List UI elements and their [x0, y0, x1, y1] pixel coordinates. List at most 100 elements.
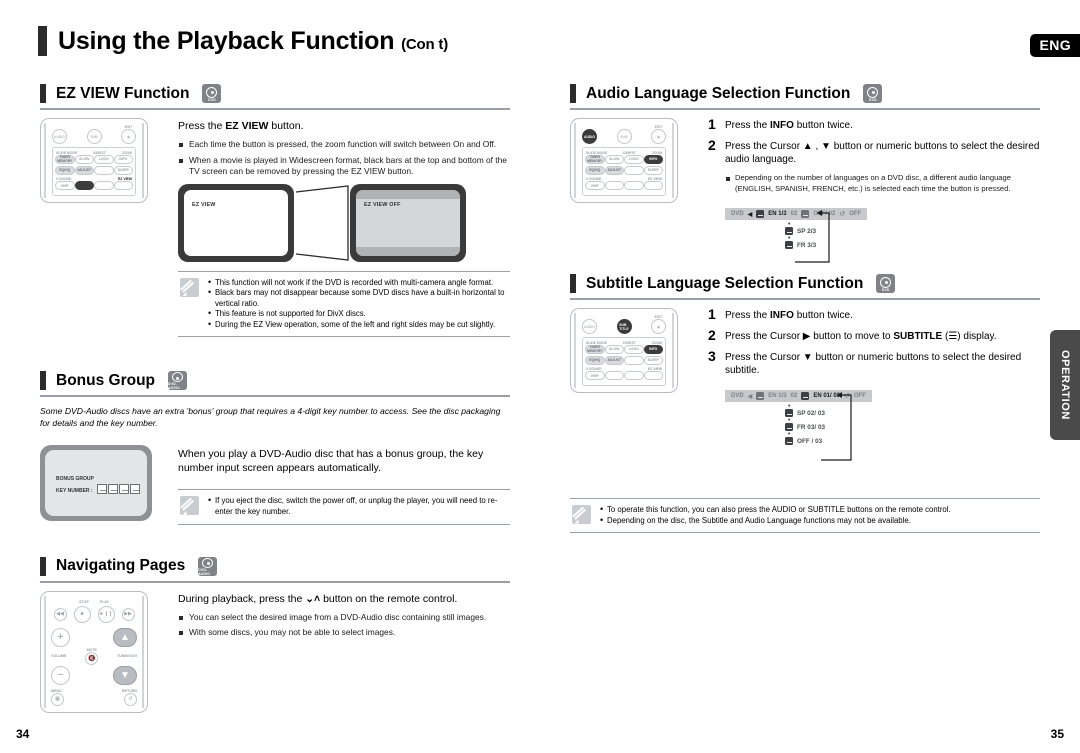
funnel-connector [294, 184, 350, 262]
tv-screen-on: EZ VIEW [184, 189, 288, 256]
remote-btn-info[interactable]: INFO [643, 154, 663, 164]
remote-audio-button[interactable]: AUDIO [582, 319, 597, 334]
subtitle-language-remote-pane: AUDIO SUB TITLE EXIT ◉ SLIDE MODE DIGEST ZO… [570, 308, 698, 446]
ez-view-rule [40, 108, 510, 110]
remote-subtitle-button[interactable]: SUB TITLE [616, 319, 632, 334]
navigating-pages-heading: Navigating Pages DVD-AUDIO [40, 556, 510, 581]
key-number-boxes[interactable] [97, 484, 141, 495]
page-number-left: 34 [16, 727, 30, 741]
section-ez-view: EZ VIEW Function DVD AUDIO SUB EXIT ◉ SL… [40, 84, 510, 338]
remote-mute-button[interactable]: 🔇 [85, 651, 99, 665]
remote-rewind-button[interactable]: ◀◀ [53, 607, 67, 621]
remote-btn-vhip[interactable]: VHIP [585, 181, 605, 191]
remote-exit-button[interactable]: ◉ [651, 129, 666, 144]
remote-btn-info[interactable]: INFO [643, 344, 663, 354]
audio-language-steps: 1 Press the INFO button twice. 2 Press t… [708, 117, 1040, 166]
navigating-pages-bullets: You can select the desired image from a … [178, 612, 510, 639]
remote-btn-slow[interactable]: SLOW [74, 154, 94, 164]
remote-btn-vhip[interactable]: VHIP [585, 371, 605, 381]
remote-btn-slow[interactable]: SLOW [604, 154, 624, 164]
remote-btn-eqhq[interactable]: EQ/HQ [585, 165, 605, 175]
disc-badge-label: DVD-AUDIO [168, 382, 180, 391]
audio-language-text-pane: 1 Press the INFO button twice. 2 Press t… [698, 117, 1040, 263]
remote-btn-blank1[interactable]: . [624, 355, 644, 365]
tv-black-bar-bottom [356, 246, 460, 256]
remote-subtitle-button[interactable]: SUB [86, 129, 102, 144]
list-item: 3 Press the Cursor ▼ button or numeric b… [708, 349, 1040, 377]
remote-stop-button[interactable]: ■ [73, 605, 91, 623]
note-item: Black bars may not disappear because som… [208, 287, 508, 309]
remote-menu-button[interactable]: ▦ [51, 692, 64, 706]
remote-btn-ez-view[interactable] [604, 181, 624, 191]
remote-exit-button[interactable]: ◉ [651, 319, 666, 334]
remote-btn-logo[interactable]: LOGO [624, 154, 644, 164]
audio-language-bullets: Depending on the number of languages on … [725, 173, 1040, 194]
tv-ez-view-on: EZ VIEW [178, 183, 294, 262]
remote-cursor-up-button[interactable]: ▲ [113, 627, 137, 647]
remote-audio-button[interactable]: AUDIO [582, 129, 597, 144]
page-title: Using the Playback Function (Con t) [58, 27, 448, 56]
step-text: Press the INFO button twice. [725, 310, 853, 321]
remote-forward-button[interactable]: ▶▶ [121, 607, 135, 621]
remote-btn-ez-view[interactable] [74, 181, 94, 191]
nav-lead-glyph: ⌄˄ [305, 592, 321, 605]
subtitle-icon [785, 423, 793, 431]
disc-ring-icon [206, 86, 218, 98]
list-item: 2 Press the Cursor ▲ , ▼ button or numer… [708, 137, 1040, 166]
remote-cursor-down-button[interactable]: ▼ [113, 665, 137, 685]
osd-loop-arrow [795, 210, 830, 263]
subtitle-language-heading: Subtitle Language Selection Function DVD [570, 274, 1040, 298]
remote-subtitle-button[interactable]: SUB [616, 129, 632, 144]
disc-badge-label: DVD-AUDIO [198, 567, 211, 576]
note-item: This function will not work if the DVD i… [208, 277, 508, 289]
remote-btn-eqhq[interactable]: EQ/HQ [585, 355, 605, 365]
note-item: If you eject the disc, switch the power … [208, 495, 508, 517]
remote-audio-button[interactable]: AUDIO [52, 129, 67, 144]
tv-black-bar-top [356, 189, 460, 199]
disc-ring-icon [867, 86, 879, 98]
remote-btn-sleep[interactable]: SLEEP [643, 355, 663, 365]
remote-btn-blank3[interactable]: . [113, 181, 133, 191]
remote-btn-logo[interactable]: LOGO [94, 154, 114, 164]
remote-btn-slow[interactable]: SLOW [604, 344, 624, 354]
remote-play-pause-button[interactable]: ►❙❙ [97, 605, 115, 623]
remote-btn-blank1[interactable]: . [624, 165, 644, 175]
remote-btn-eqhq[interactable]: EQ/HQ [55, 165, 75, 175]
remote-btn-blank3[interactable]: . [643, 371, 663, 381]
list-item: Depending on the number of languages on … [725, 173, 1040, 194]
step-number: 1 [708, 306, 716, 322]
remote-btn-ez-view[interactable] [604, 371, 624, 381]
remote-btn-slide-mode[interactable]: TIMER MEMORY [55, 154, 75, 164]
remote-btn-logo[interactable]: LOGO [624, 344, 644, 354]
remote-volume-up-button[interactable]: + [51, 627, 70, 647]
remote-return-button[interactable]: ↺ [124, 692, 137, 706]
remote-btn-blank3[interactable]: . [643, 181, 663, 191]
remote-btn-sleep[interactable]: SLEEP [113, 165, 133, 175]
subtitle-language-text-pane: 1 Press the INFO button twice. 2 Press t… [698, 306, 1040, 461]
subtitle-language-rule [570, 298, 1040, 300]
bonus-group-heading-label: Bonus Group [56, 371, 156, 389]
subtitle-language-heading-label: Subtitle Language Selection Function [586, 274, 864, 292]
step-number: 2 [708, 137, 716, 153]
remote-btn-blank2[interactable]: . [94, 181, 114, 191]
remote-btn-adjust[interactable]: ADJUST [604, 165, 624, 175]
remote-volume-down-button[interactable]: − [51, 665, 70, 685]
remote-button-grid: SLIDE MODE DIGEST ZOOM TIMER MEMORY SLOW LO… [582, 337, 666, 386]
remote-btn-sleep[interactable]: SLEEP [643, 165, 663, 175]
list-item: Each time the button is pressed, the zoo… [178, 139, 510, 151]
remote-exit-button[interactable]: ◉ [121, 129, 136, 144]
remote-btn-vhip[interactable]: VHIP [55, 181, 75, 191]
ez-view-body: AUDIO SUB EXIT ◉ SLIDE MODE DIGEST ZOOM TI… [40, 118, 510, 338]
remote-btn-timer-memory[interactable]: TIMER MEMORY [585, 154, 605, 164]
remote-btn-adjust[interactable]: ADJUST [74, 165, 94, 175]
subtitle-language-note-box: To operate this function, you can also p… [570, 498, 1040, 534]
ez-view-bullets: Each time the button is pressed, the zoo… [178, 139, 510, 178]
remote-btn-info[interactable]: INFO [113, 154, 133, 164]
remote-btn-adjust[interactable]: ADJUST [604, 355, 624, 365]
remote-btn-blank1[interactable]: . [94, 165, 114, 175]
remote-btn-blank2[interactable]: . [624, 371, 644, 381]
remote-btn-timer-memory[interactable]: TIMER MEMORY [585, 344, 605, 354]
subtitle-language-body: AUDIO SUB TITLE EXIT ◉ SLIDE MODE DIGEST ZO… [570, 306, 1040, 461]
disc-badge-label: DVD [868, 97, 877, 102]
remote-btn-blank2[interactable]: . [624, 181, 644, 191]
